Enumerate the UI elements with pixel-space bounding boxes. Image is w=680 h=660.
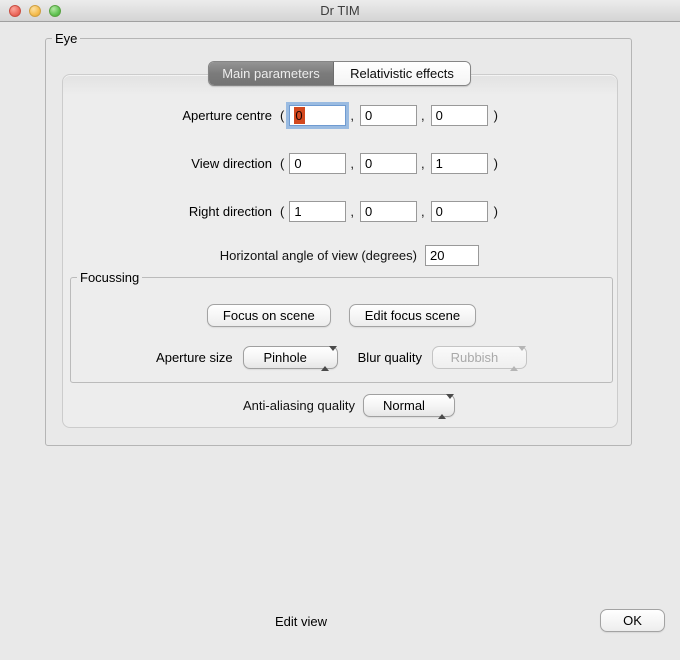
right-direction-z-field[interactable]: 0 xyxy=(430,200,488,222)
focus-on-scene-button[interactable]: Focus on scene xyxy=(206,304,331,327)
up-down-arrows-icon xyxy=(438,394,454,419)
close-paren: ) xyxy=(493,155,498,171)
tab-relativistic-effects[interactable]: Relativistic effects xyxy=(334,62,470,85)
aperture-centre-y-field[interactable]: 0 xyxy=(359,104,417,126)
anti-aliasing-label: Anti-aliasing quality xyxy=(242,398,355,413)
view-direction-y-field[interactable]: 0 xyxy=(359,152,417,174)
right-direction-label: Right direction xyxy=(188,203,272,219)
close-paren: ) xyxy=(493,107,498,123)
horizontal-angle-row: Horizontal angle of view (degrees) 20 xyxy=(62,244,618,266)
right-direction-row: Right direction ( 1 , 0 , 0 ) xyxy=(62,200,618,222)
window-title: Dr TIM xyxy=(320,3,360,18)
focussing-group-label: Focussing xyxy=(77,270,143,285)
view-direction-x-field[interactable]: 0 xyxy=(289,152,347,174)
view-direction-label: View direction xyxy=(191,155,272,171)
selected-text: 0 xyxy=(294,106,305,124)
right-direction-y-field[interactable]: 0 xyxy=(359,200,417,222)
aperture-centre-row: Aperture centre ( 0 , 0 , 0 ) xyxy=(62,104,618,126)
close-paren: ) xyxy=(493,203,498,219)
aperture-size-row: Aperture size Pinhole Blur quality Rubbi… xyxy=(71,346,612,371)
comma: , xyxy=(420,155,425,171)
open-paren: ( xyxy=(280,203,285,219)
blur-quality-label: Blur quality xyxy=(357,350,422,365)
up-down-arrows-icon xyxy=(320,346,337,371)
ok-button[interactable]: OK xyxy=(600,609,665,632)
aperture-size-dropdown[interactable]: Pinhole xyxy=(242,346,338,371)
horizontal-angle-field[interactable]: 20 xyxy=(425,244,479,266)
comma: , xyxy=(350,203,354,219)
focussing-group-box: Focussing Focus on scene Edit focus scen… xyxy=(70,270,613,383)
open-paren: ( xyxy=(280,107,285,123)
focussing-buttons-row: Focus on scene Edit focus scene xyxy=(71,304,612,327)
comma: , xyxy=(350,155,354,171)
aperture-centre-x-field[interactable]: 0 xyxy=(289,104,347,126)
edit-focus-scene-button[interactable]: Edit focus scene xyxy=(348,304,477,327)
anti-aliasing-dropdown[interactable]: Normal xyxy=(363,394,455,419)
blur-quality-dropdown: Rubbish xyxy=(431,346,527,371)
eye-group-label: Eye xyxy=(52,31,81,46)
title-bar: Dr TIM xyxy=(0,0,680,22)
edit-view-label: Edit view xyxy=(275,614,328,629)
comma: , xyxy=(420,203,425,219)
anti-aliasing-row: Anti-aliasing quality Normal xyxy=(62,394,618,419)
tab-bar: Main parameters Relativistic effects xyxy=(208,61,471,86)
view-direction-z-field[interactable]: 1 xyxy=(430,152,488,174)
tab-main-parameters[interactable]: Main parameters xyxy=(209,62,334,85)
aperture-size-value: Pinhole xyxy=(263,350,307,365)
right-direction-x-field[interactable]: 1 xyxy=(289,200,347,222)
comma: , xyxy=(350,107,354,123)
up-down-arrows-icon xyxy=(509,346,526,371)
horizontal-angle-label: Horizontal angle of view (degrees) xyxy=(219,247,417,263)
blur-quality-value: Rubbish xyxy=(450,350,499,365)
aperture-centre-label: Aperture centre xyxy=(182,107,272,123)
aperture-centre-z-field[interactable]: 0 xyxy=(430,104,488,126)
comma: , xyxy=(420,107,425,123)
view-direction-row: View direction ( 0 , 0 , 1 ) xyxy=(62,152,618,174)
open-paren: ( xyxy=(280,155,285,171)
dr-tim-window: Dr TIM Eye Main parameters Relativistic … xyxy=(0,0,680,660)
aperture-size-label: Aperture size xyxy=(156,350,233,365)
anti-aliasing-value: Normal xyxy=(383,398,425,413)
